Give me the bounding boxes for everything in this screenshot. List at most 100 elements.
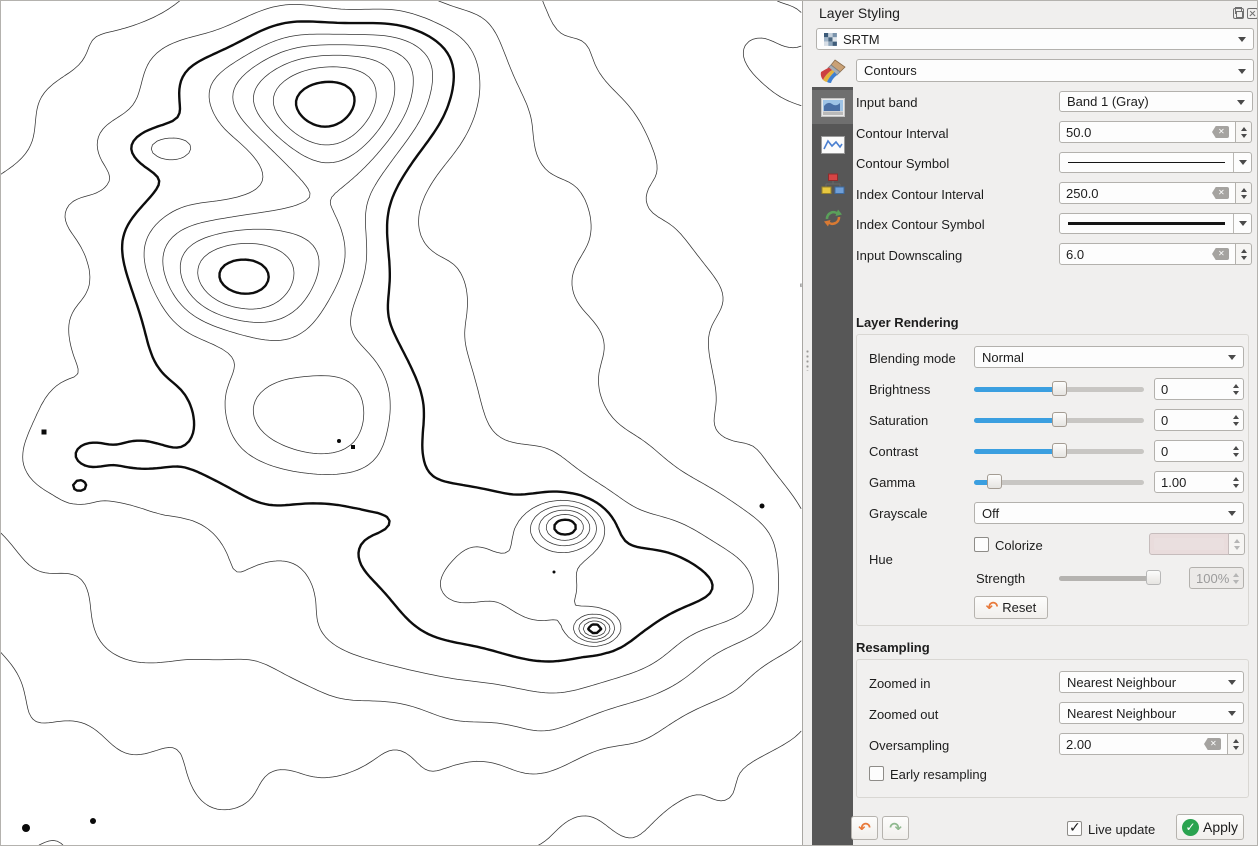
map-point-feature bbox=[337, 439, 341, 443]
contrast-slider[interactable] bbox=[974, 443, 1144, 459]
renderer-type: Contours bbox=[864, 63, 917, 78]
index-contour-symbol-combo[interactable] bbox=[1059, 213, 1252, 234]
blending-mode-combo[interactable]: Normal bbox=[974, 346, 1244, 368]
zoomed-out-combo[interactable]: Nearest Neighbour bbox=[1059, 702, 1244, 724]
index-contour-interval-input[interactable]: 250.0 bbox=[1059, 182, 1236, 204]
map-canvas[interactable] bbox=[1, 1, 803, 845]
float-front-square bbox=[1236, 11, 1243, 18]
history-tab-icon bbox=[822, 207, 844, 229]
symbology-tab-icon bbox=[821, 98, 845, 117]
grayscale-combo[interactable]: Off bbox=[974, 502, 1244, 524]
undo-arrow-icon: ↶ bbox=[986, 600, 999, 615]
input-downscaling-label: Input Downscaling bbox=[856, 248, 962, 263]
colorize-color-button[interactable] bbox=[1149, 533, 1229, 555]
oversampling-stepper[interactable] bbox=[1228, 733, 1244, 755]
gamma-slider[interactable] bbox=[974, 474, 1144, 490]
contour-interval-value: 50.0 bbox=[1066, 125, 1091, 140]
tab-symbology[interactable] bbox=[812, 90, 853, 124]
panel-title: Layer Styling bbox=[819, 5, 900, 21]
contrast-input[interactable]: 0 bbox=[1154, 440, 1244, 462]
colorize-checkbox[interactable] bbox=[974, 537, 989, 552]
close-panel-icon[interactable] bbox=[1247, 8, 1258, 19]
reset-label: Reset bbox=[1002, 600, 1036, 615]
zoomed-in-combo[interactable]: Nearest Neighbour bbox=[1059, 671, 1244, 693]
map-point-feature bbox=[22, 824, 30, 832]
tab-history[interactable] bbox=[812, 201, 853, 235]
histogram-tab-icon bbox=[821, 136, 845, 154]
saturation-label: Saturation bbox=[869, 413, 928, 428]
redo-style-button[interactable]: ↷ bbox=[882, 816, 909, 840]
layer-styling-panel: Layer Styling SRTM Contours bbox=[803, 1, 1258, 845]
apply-button[interactable]: ✓ Apply bbox=[1176, 814, 1244, 840]
live-update-checkbox[interactable] bbox=[1067, 821, 1082, 836]
input-downscaling-stepper[interactable] bbox=[1236, 243, 1252, 265]
brightness-input[interactable]: 0 bbox=[1154, 378, 1244, 400]
float-panel-icon[interactable] bbox=[1233, 8, 1244, 19]
oversampling-label: Oversampling bbox=[869, 738, 949, 753]
contour-symbol-combo[interactable] bbox=[1059, 152, 1252, 173]
symbol-dropdown-button[interactable] bbox=[1233, 214, 1251, 233]
panel-splitter-handle[interactable] bbox=[806, 349, 809, 371]
chevron-down-icon bbox=[1228, 511, 1236, 516]
layer-select-combo[interactable]: SRTM bbox=[816, 28, 1254, 50]
clear-value-icon[interactable] bbox=[1212, 126, 1229, 138]
input-band-combo[interactable]: Band 1 (Gray) bbox=[1059, 91, 1253, 112]
chevron-down-icon bbox=[1228, 680, 1236, 685]
clear-value-icon[interactable] bbox=[1212, 187, 1229, 199]
thin-line-preview bbox=[1068, 162, 1225, 163]
contour-lines bbox=[144, 34, 621, 646]
zoomed-in-value: Nearest Neighbour bbox=[1067, 675, 1176, 690]
chevron-down-icon bbox=[1228, 711, 1236, 716]
reset-button[interactable]: ↶ Reset bbox=[974, 596, 1048, 619]
contour-lines bbox=[180, 55, 610, 639]
index-contour-interval-stepper[interactable] bbox=[1236, 182, 1252, 204]
grayscale-value: Off bbox=[982, 506, 999, 521]
layer-name: SRTM bbox=[843, 32, 880, 47]
early-resampling-checkbox[interactable] bbox=[869, 766, 884, 781]
structure-tab-icon bbox=[821, 173, 845, 194]
input-band-value: Band 1 (Gray) bbox=[1067, 94, 1149, 109]
brightness-value: 0 bbox=[1161, 382, 1168, 397]
redo-icon: ↷ bbox=[889, 821, 902, 836]
styling-tab-strip bbox=[812, 87, 853, 845]
brightness-slider[interactable] bbox=[974, 381, 1144, 397]
contrast-label: Contrast bbox=[869, 444, 918, 459]
blending-mode-value: Normal bbox=[982, 350, 1024, 365]
index-contour-interval-value: 250.0 bbox=[1066, 186, 1099, 201]
strength-slider[interactable] bbox=[1059, 570, 1159, 586]
oversampling-input[interactable]: 2.00 bbox=[1059, 733, 1228, 755]
gamma-value: 1.00 bbox=[1161, 475, 1186, 490]
saturation-slider[interactable] bbox=[974, 412, 1144, 428]
blending-mode-label: Blending mode bbox=[869, 351, 956, 366]
input-downscaling-input[interactable]: 6.0 bbox=[1059, 243, 1236, 265]
undo-style-button[interactable]: ↶ bbox=[851, 816, 878, 840]
saturation-input[interactable]: 0 bbox=[1154, 409, 1244, 431]
contour-map bbox=[1, 1, 802, 845]
contour-lines bbox=[23, 4, 754, 693]
renderer-type-combo[interactable]: Contours bbox=[856, 59, 1254, 82]
contour-interval-stepper[interactable] bbox=[1236, 121, 1252, 143]
map-point-feature bbox=[351, 445, 355, 449]
symbology-brush-icon bbox=[819, 59, 846, 83]
contour-interval-label: Contour Interval bbox=[856, 126, 949, 141]
tab-structure[interactable] bbox=[812, 166, 853, 200]
index-contour-symbol-label: Index Contour Symbol bbox=[856, 217, 985, 232]
gamma-label: Gamma bbox=[869, 475, 915, 490]
map-point-feature bbox=[553, 571, 556, 574]
raster-layer-icon bbox=[824, 33, 837, 46]
strength-input[interactable]: 100% bbox=[1189, 567, 1244, 589]
apply-check-icon: ✓ bbox=[1182, 819, 1199, 836]
undo-icon: ↶ bbox=[858, 821, 871, 836]
symbol-dropdown-button[interactable] bbox=[1233, 153, 1251, 172]
clear-value-icon[interactable] bbox=[1204, 738, 1221, 750]
strength-label: Strength bbox=[976, 571, 1025, 586]
early-resampling-label: Early resampling bbox=[890, 767, 987, 782]
resampling-title: Resampling bbox=[856, 640, 930, 655]
tab-histogram[interactable] bbox=[812, 128, 853, 162]
zoomed-out-label: Zoomed out bbox=[869, 707, 938, 722]
chevron-down-icon bbox=[1239, 221, 1247, 226]
colorize-color-dropdown[interactable] bbox=[1229, 533, 1245, 555]
contour-interval-input[interactable]: 50.0 bbox=[1059, 121, 1236, 143]
gamma-input[interactable]: 1.00 bbox=[1154, 471, 1244, 493]
clear-value-icon[interactable] bbox=[1212, 248, 1229, 260]
